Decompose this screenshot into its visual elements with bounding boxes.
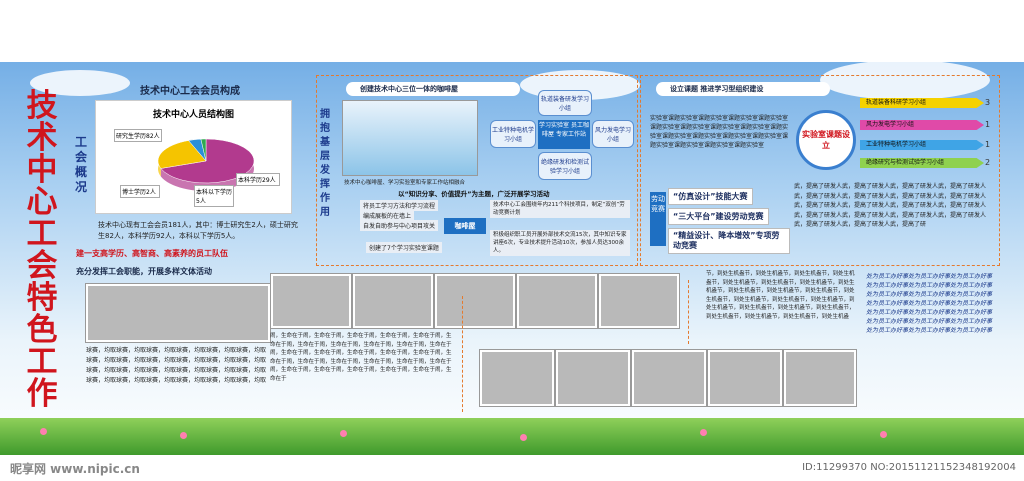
node-rail: 轨道装备研发学习小组 bbox=[538, 90, 592, 116]
group-bar: 工业特种电机学习小组 bbox=[860, 140, 984, 150]
footer: 昵享网 www.nipic.cn ID:11299370 NO:20151121… bbox=[0, 455, 1024, 481]
activity-photo bbox=[86, 284, 270, 342]
watermark: 昵享网 www.nipic.cn bbox=[10, 462, 140, 476]
pie-label: 博士学历2人 bbox=[120, 185, 160, 198]
node-motor: 工业特种电机学习小组 bbox=[490, 120, 536, 148]
grass-strip bbox=[0, 418, 1024, 455]
pie-chart-box: 技术中心人员结构图 研究生学历82人 本科学历29人 本科以下学历5人 博士学历… bbox=[95, 100, 292, 214]
coffee-note: 积极组织职工员开展外部技术交流15次，其中知识专家讲座6次，专业技术提升活动10… bbox=[490, 230, 630, 256]
group-count: 1 bbox=[985, 120, 991, 129]
group-bar: 轨道装备科研学习小组 bbox=[860, 98, 984, 108]
flower bbox=[880, 431, 887, 438]
flower bbox=[180, 432, 187, 439]
vertical-subtitle: 工会概况 bbox=[75, 135, 88, 194]
pie-label: 本科以下学历5人 bbox=[194, 185, 234, 207]
group-count: 1 bbox=[985, 140, 991, 149]
coffee-heading: 创建技术中心三位一体的咖啡屋 bbox=[346, 82, 520, 96]
pie-label: 研究生学历82人 bbox=[114, 129, 162, 142]
photo bbox=[599, 274, 679, 328]
member-paragraph: 技术中心现有工会会员181人，其中：博士研究生2人，硕士研究生82人，本科学历9… bbox=[98, 221, 298, 240]
photo bbox=[784, 350, 856, 406]
bottom-middle-filler: 节，到处生机盎节，到处生机盎节，到处生机盎节，到处生机盎节，到处生机盎节，到处生… bbox=[706, 271, 855, 320]
competition-label: 劳动竞赛 bbox=[650, 192, 666, 246]
coffee-side-label: 拥抱基层发挥作用 bbox=[320, 109, 330, 218]
coffee-bullet: 自发自助参与中心项目攻关 bbox=[360, 220, 439, 231]
coffee-badge: 咖啡屋 bbox=[444, 218, 486, 234]
lab-text: 实验室课题实验室课题实验室课题实验室课题实验室课题实验室课题实验室课题实验室课题… bbox=[650, 115, 788, 149]
top-white-band bbox=[0, 0, 1024, 62]
connector-line bbox=[462, 296, 463, 412]
photo bbox=[632, 350, 706, 406]
flower bbox=[520, 434, 527, 441]
photo bbox=[480, 350, 554, 406]
slogan: 建一支高学历、高智商、高素养的员工队伍 bbox=[76, 249, 228, 258]
node-insulation: 绝缘研发和检测试验学习小组 bbox=[538, 152, 592, 180]
connector-line bbox=[688, 280, 689, 344]
center-box: 学习实验室 员工咖啡屋 专家工作站 bbox=[538, 120, 590, 149]
flower bbox=[340, 430, 347, 437]
activity-filler: 球赛，均取球赛，均取球赛，均取球赛，均取球赛，均取球赛，均取球赛，均取球赛，均取… bbox=[86, 347, 266, 384]
photo bbox=[435, 274, 515, 328]
image-id: ID:11299370 NO:20151121152348192004 bbox=[802, 462, 1016, 473]
competition-item: “三大平台”建设劳动竞赛 bbox=[668, 208, 769, 225]
activity-heading: 充分发挥工会职能，开展多样文体活动 bbox=[76, 267, 212, 276]
photo bbox=[517, 274, 597, 328]
vertical-title: 技术中心工会特色工作 bbox=[26, 88, 58, 412]
pie-label: 本科学历29人 bbox=[236, 173, 280, 186]
photo bbox=[556, 350, 630, 406]
group-bar: 绝缘研究与检测试验学习小组 bbox=[860, 158, 984, 168]
competition-item: “仿真设计”技能大赛 bbox=[668, 188, 753, 205]
lab-heading: 设立课题 推进学习型组织建设 bbox=[656, 82, 830, 96]
group-count: 2 bbox=[985, 158, 991, 167]
bottom-left-filler: 闹，生命在于闹，生命在于闹，生命在于闹，生命在于闹，生命在于闹，生命在于闹，生命… bbox=[270, 333, 452, 382]
group-count: 3 bbox=[985, 98, 991, 107]
lab-circle: 实验室课题设立 bbox=[796, 110, 856, 170]
member-heading: 技术中心工会会员构成 bbox=[140, 86, 240, 97]
competition-item: “精益设计、降本增效”专项劳动竞赛 bbox=[668, 228, 790, 254]
competition-filler: 武，提高了研发人武，提高了研发人武，提高了研发人武，提高了研发人武，提高了研发人… bbox=[794, 183, 987, 228]
flower bbox=[40, 428, 47, 435]
node-wind: 风力发电学习小组 bbox=[592, 120, 634, 148]
photo bbox=[271, 274, 351, 328]
coffee-bullet: 创建了7个学习实验室课题 bbox=[366, 242, 442, 253]
bottom-right-filler: 处为员工办好事处为员工办好事处为员工办好事处为员工办好事处为员工办好事处为员工办… bbox=[866, 273, 993, 334]
photo bbox=[708, 350, 782, 406]
coffee-motto: 以“知识分享、价值提升”为主题，广泛开展学习活动 bbox=[398, 190, 550, 198]
coffee-note: 技术中心工会围绕年内211个科技项目，制定“双创”劳动竞赛计划 bbox=[490, 200, 630, 218]
group-bar: 风力发电学习小组 bbox=[860, 120, 984, 130]
photo bbox=[353, 274, 433, 328]
flower bbox=[700, 429, 707, 436]
coffee-photo bbox=[342, 100, 478, 176]
